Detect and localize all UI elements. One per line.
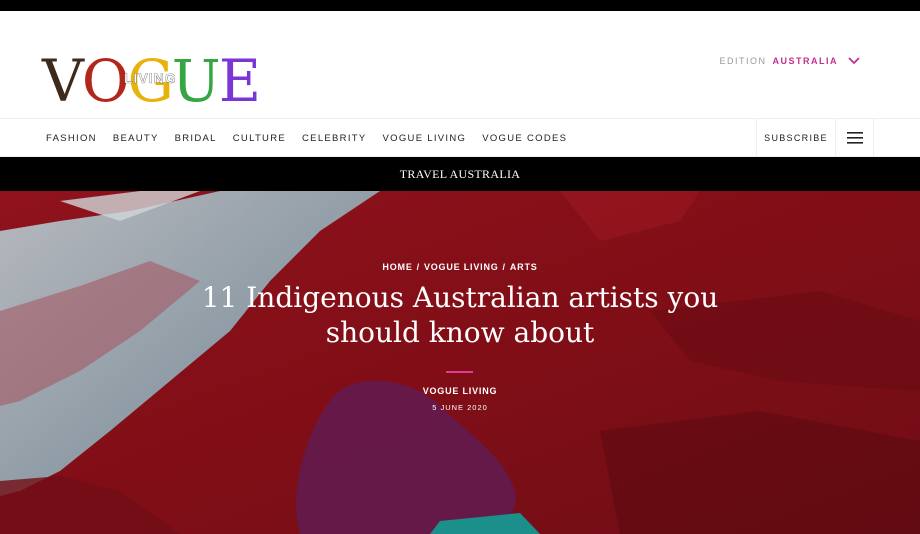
nav-item-fashion[interactable]: FASHION (46, 133, 97, 144)
logo-letter-v: V (42, 47, 84, 115)
hamburger-menu-button[interactable] (836, 119, 874, 157)
nav-item-vogue-living[interactable]: VOGUE LIVING (383, 133, 467, 144)
section-bar: TRAVEL AUSTRALIA (0, 157, 920, 191)
subscribe-button[interactable]: SUBSCRIBE (756, 119, 836, 157)
main-nav: FASHION BEAUTY BRIDAL CULTURE CELEBRITY … (0, 118, 920, 157)
site-header: V O G U E LIVING EDITION AUSTRALIA (0, 11, 920, 118)
breadcrumb-separator: / (502, 262, 506, 272)
edition-value: AUSTRALIA (772, 56, 838, 66)
breadcrumb-home[interactable]: HOME (382, 262, 412, 272)
edition-label: EDITION (719, 56, 767, 66)
article-author[interactable]: VOGUE LIVING (0, 386, 920, 396)
nav-item-bridal[interactable]: BRIDAL (175, 133, 217, 144)
logo-letter-e: E (218, 47, 261, 115)
logo-letter-u: U (171, 47, 221, 115)
article-date: 5 JUNE 2020 (432, 403, 488, 412)
title-divider (446, 371, 473, 373)
nav-item-beauty[interactable]: BEAUTY (113, 133, 159, 144)
logo-letter-o: O (81, 47, 130, 115)
hero-banner: HOME / VOGUE LIVING / ARTS 11 Indigenous Aus… (0, 191, 920, 534)
logo-living-text: LIVING (124, 70, 177, 86)
breadcrumb-arts[interactable]: ARTS (510, 262, 538, 272)
nav-item-celebrity[interactable]: CELEBRITY (302, 133, 367, 144)
edition-selector[interactable]: EDITION AUSTRALIA (719, 56, 860, 66)
section-title[interactable]: TRAVEL AUSTRALIA (400, 167, 520, 182)
nav-item-culture[interactable]: CULTURE (233, 133, 286, 144)
breadcrumb-vogue-living[interactable]: VOGUE LIVING (424, 262, 499, 272)
article-title: 11 Indigenous Australian artists you sho… (201, 281, 719, 349)
vogue-living-logo[interactable]: V O G U E LIVING (42, 47, 261, 115)
top-black-bar (0, 0, 920, 11)
hamburger-icon (846, 132, 863, 144)
nav-item-vogue-codes[interactable]: VOGUE CODES (482, 133, 567, 144)
breadcrumb: HOME / VOGUE LIVING / ARTS (0, 262, 920, 272)
chevron-down-icon (848, 57, 860, 65)
breadcrumb-separator: / (416, 262, 420, 272)
